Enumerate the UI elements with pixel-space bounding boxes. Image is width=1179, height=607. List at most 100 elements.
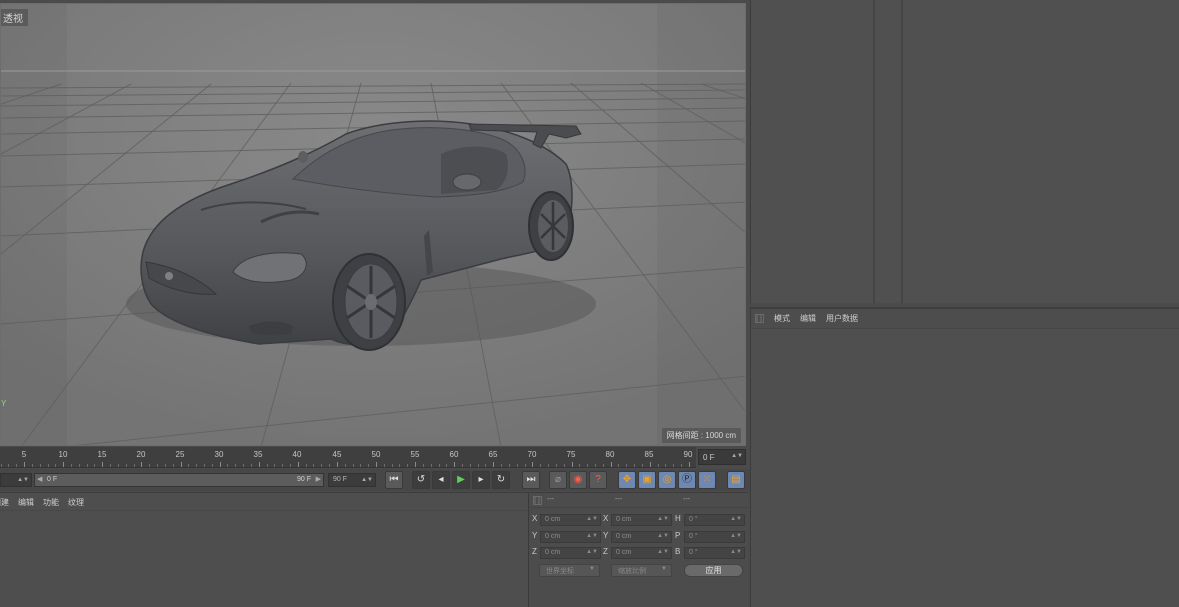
tick-mark: [650, 462, 651, 467]
menu-create[interactable]: 创建: [0, 497, 9, 510]
preview-range-slider[interactable]: ◀ 0 F 90 F ▶: [34, 473, 324, 487]
tick-mark: [353, 464, 354, 467]
pos-y-field[interactable]: 0 cm ▲▼: [540, 531, 601, 543]
pos-x-label: X: [532, 514, 538, 523]
menu-texture[interactable]: 纹理: [68, 497, 84, 510]
play-icon: ▶: [457, 474, 465, 485]
play-button[interactable]: ▶: [452, 471, 470, 489]
record-icon: ◉: [573, 474, 583, 485]
scale-mode-dropdown[interactable]: 缩放比例 ▼: [611, 564, 672, 577]
point-level-button[interactable]: ⁙: [698, 471, 716, 489]
key-icon: ⌀: [554, 474, 562, 485]
tick-label: 50: [371, 450, 381, 459]
autokey-button[interactable]: ◉: [569, 471, 587, 489]
tick-mark: [360, 464, 361, 467]
menu-mode[interactable]: 模式: [774, 313, 790, 324]
material-manager-panel[interactable]: 创建 编辑 功能 纹理: [0, 492, 528, 607]
parameter-track-button[interactable]: Ⓟ: [678, 471, 696, 489]
rot-p-field[interactable]: 0 ° ▲▼: [684, 531, 745, 543]
object-manager-panel[interactable]: [750, 0, 1179, 303]
tick-mark: [110, 464, 111, 467]
timeline-ruler[interactable]: 5 10 15 20 25 30 35 40 45 50 55 60 65 70…: [0, 447, 696, 468]
spinner-icon[interactable]: ▲▼: [730, 516, 742, 522]
tick-mark: [579, 464, 580, 467]
spinner-icon[interactable]: ▲▼: [731, 453, 743, 459]
rotation-track-button[interactable]: ◎: [658, 471, 676, 489]
cinema4d-window: 透视 Y 网格间距 : 1000 cm 模式 编辑 用户数据 5 10 15 2…: [0, 0, 1179, 607]
tick-mark: [407, 464, 408, 467]
go-to-end-button[interactable]: ⏭: [522, 471, 540, 489]
tick-mark: [165, 464, 166, 467]
viewport-name-label[interactable]: 透视: [1, 9, 28, 26]
record-active-button[interactable]: ⌀: [549, 471, 567, 489]
tick-label: 70: [527, 450, 537, 459]
tick-label: 85: [644, 450, 654, 459]
spinner-icon[interactable]: ▲▼: [586, 533, 598, 539]
apply-button[interactable]: 应用: [684, 564, 743, 577]
tick-label: 15: [97, 450, 107, 459]
previous-frame-button[interactable]: ◂: [432, 471, 450, 489]
slider-right-arrow-icon[interactable]: ▶: [316, 475, 321, 483]
tick-mark: [329, 464, 330, 467]
tick-mark: [24, 462, 25, 467]
size-x-field[interactable]: 0 cm ▲▼: [611, 514, 672, 526]
scheme-settings-button[interactable]: ▤: [727, 471, 745, 489]
tick-label: 80: [605, 450, 615, 459]
current-frame-field[interactable]: 0 F ▲▼: [698, 449, 746, 465]
column-divider[interactable]: [873, 0, 875, 303]
tick-mark: [501, 464, 502, 467]
tick-mark: [485, 464, 486, 467]
tick-mark: [478, 464, 479, 467]
menu-edit[interactable]: 编辑: [800, 313, 816, 324]
spinner-icon[interactable]: ▲▼: [730, 533, 742, 539]
column-divider[interactable]: [901, 0, 903, 303]
previous-key-button[interactable]: ↺: [412, 471, 430, 489]
scale-track-button[interactable]: ▣: [638, 471, 656, 489]
end-frame-field[interactable]: 90 F ▲▼: [328, 473, 376, 487]
pos-z-field[interactable]: 0 cm ▲▼: [540, 547, 601, 559]
next-key-button[interactable]: ↻: [492, 471, 510, 489]
menu-user-data[interactable]: 用户数据: [826, 313, 858, 324]
tick-mark: [79, 464, 80, 467]
spinner-icon[interactable]: ▲▼: [361, 477, 373, 483]
spinner-icon[interactable]: ▲▼: [586, 549, 598, 555]
tick-label: 30: [214, 450, 224, 459]
coordinates-panel: --- --- --- X 0 cm ▲▼ X 0 cm ▲▼ H 0 ° ▲▼ Y …: [528, 492, 748, 607]
position-track-button[interactable]: ✥: [618, 471, 636, 489]
spinner-icon[interactable]: ▲▼: [657, 516, 669, 522]
panel-grip-icon[interactable]: [755, 314, 764, 323]
material-menu-bar: 创建 编辑 功能 纹理: [0, 493, 528, 511]
panel-grip-icon[interactable]: [533, 496, 542, 505]
tick-mark: [399, 464, 400, 467]
pos-x-field[interactable]: 0 cm ▲▼: [540, 514, 601, 526]
tick-label: 90: [683, 450, 693, 459]
spinner-icon[interactable]: ▲▼: [17, 477, 29, 483]
tick-mark: [251, 464, 252, 467]
tick-label: 75: [566, 450, 576, 459]
spinner-icon[interactable]: ▲▼: [657, 533, 669, 539]
tick-mark: [423, 464, 424, 467]
next-frame-button[interactable]: ▸: [472, 471, 490, 489]
coordinate-mode-dropdown[interactable]: 世界坐标 ▼: [539, 564, 600, 577]
perspective-viewport[interactable]: 透视 Y 网格间距 : 1000 cm: [0, 3, 746, 446]
next-frame-icon: ▸: [478, 474, 484, 485]
spinner-icon[interactable]: ▲▼: [586, 516, 598, 522]
slider-start-label: 0 F: [47, 476, 58, 483]
tick-mark: [462, 464, 463, 467]
tick-mark: [595, 464, 596, 467]
grid-spacing-label: 网格间距 : 1000 cm: [661, 428, 741, 443]
spinner-icon[interactable]: ▲▼: [657, 549, 669, 555]
menu-function[interactable]: 功能: [43, 497, 59, 510]
size-z-field[interactable]: 0 cm ▲▼: [611, 547, 672, 559]
start-frame-field[interactable]: ▲▼: [0, 473, 32, 487]
keyframe-selection-button[interactable]: ?: [589, 471, 607, 489]
size-y-value: 0 cm: [616, 533, 632, 540]
rot-h-field[interactable]: 0 ° ▲▼: [684, 514, 745, 526]
spinner-icon[interactable]: ▲▼: [730, 549, 742, 555]
go-to-start-button[interactable]: ⏮: [385, 471, 403, 489]
menu-edit[interactable]: 编辑: [18, 497, 34, 510]
rot-b-field[interactable]: 0 ° ▲▼: [684, 547, 745, 559]
size-y-field[interactable]: 0 cm ▲▼: [611, 531, 672, 543]
slider-left-arrow-icon[interactable]: ◀: [37, 475, 42, 483]
tick-mark: [626, 464, 627, 467]
